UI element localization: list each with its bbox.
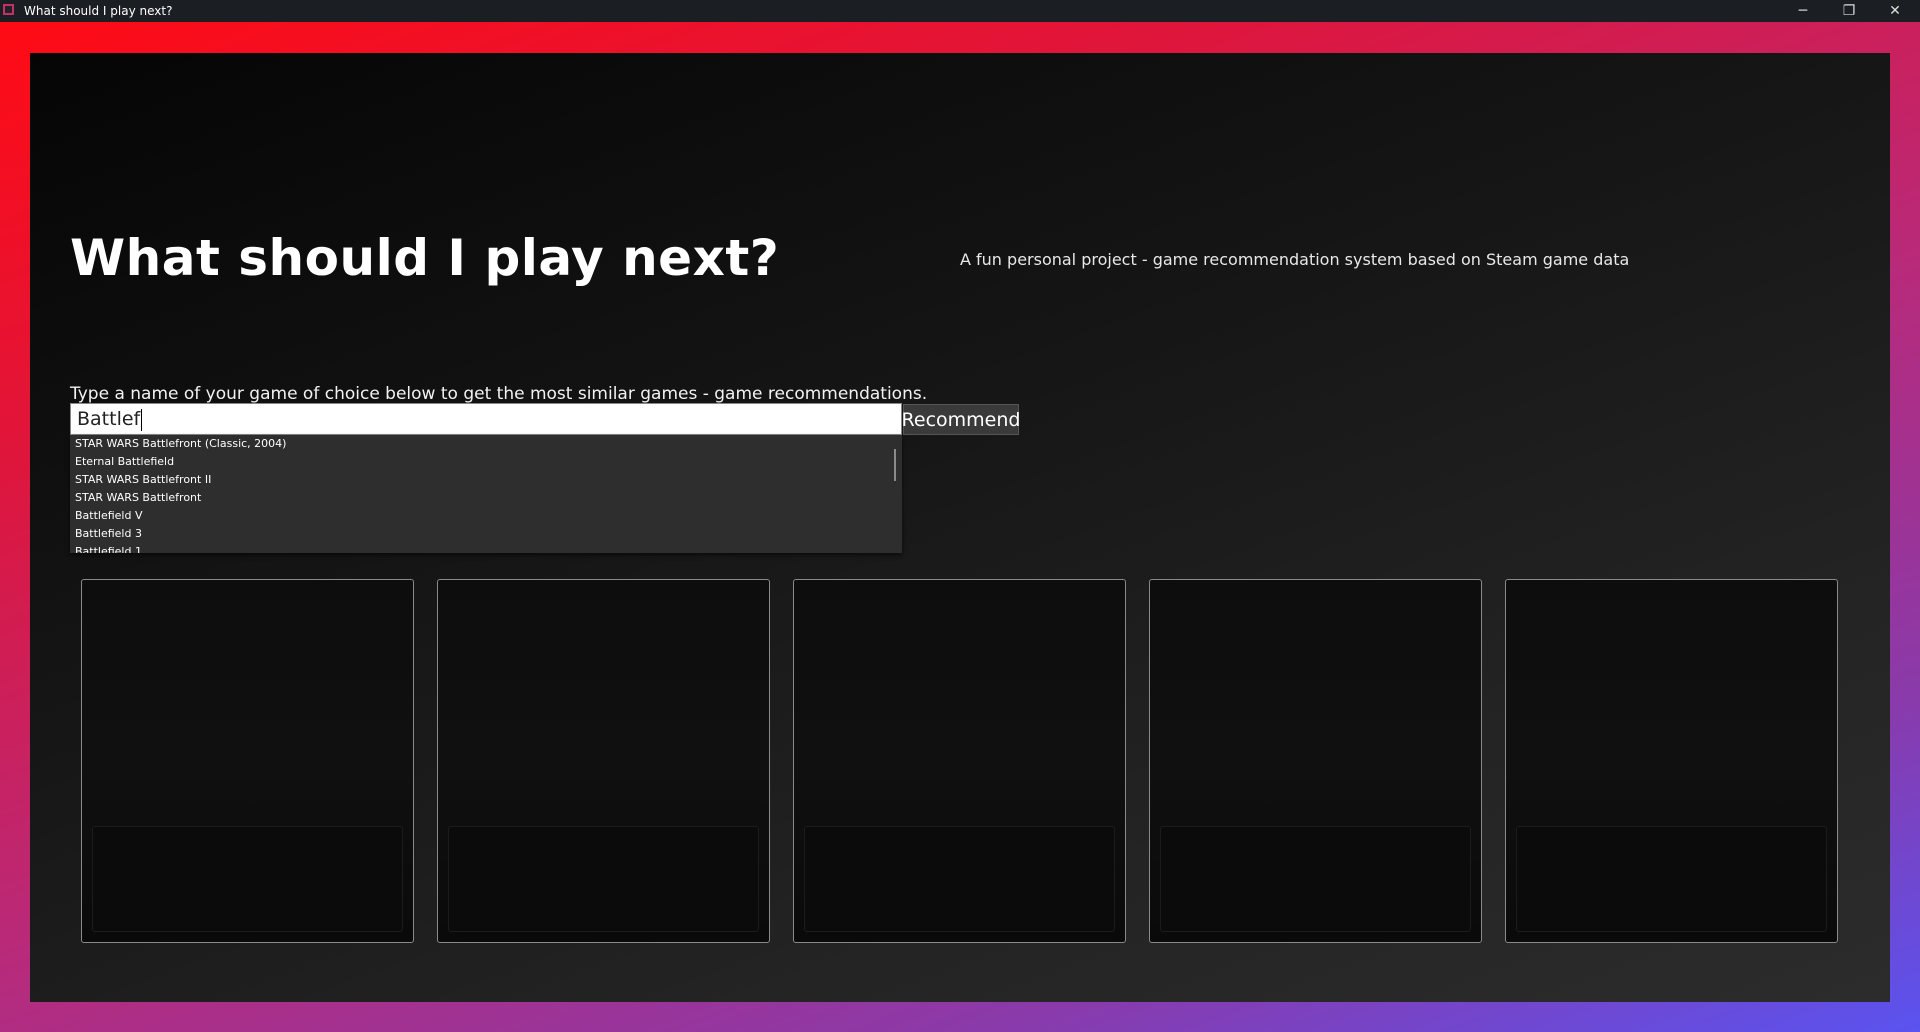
recommendation-card-1[interactable] [81,579,414,943]
autocomplete-dropdown: STAR WARS Battlefront (Classic, 2004) Et… [70,435,902,553]
suggestion-item[interactable]: Eternal Battlefield [70,453,902,471]
title-bar: What should I play next? ─ ❐ ✕ [0,0,1920,22]
text-caret [141,408,143,431]
suggestion-item[interactable]: STAR WARS Battlefront II [70,471,902,489]
search-input-value: Battlef [77,408,141,430]
recommendation-card-info [804,826,1115,932]
minimize-button[interactable]: ─ [1780,0,1826,22]
suggestion-item[interactable]: STAR WARS Battlefront [70,489,902,507]
recommendation-card-3[interactable] [793,579,1126,943]
maximize-button[interactable]: ❐ [1826,0,1872,22]
suggestion-item[interactable]: STAR WARS Battlefront (Classic, 2004) [70,435,902,453]
dropdown-scrollbar[interactable] [894,449,896,481]
recommendation-card-2[interactable] [437,579,770,943]
recommendation-card-4[interactable] [1149,579,1482,943]
recommendation-card-5[interactable] [1505,579,1838,943]
gradient-frame: What should I play next? A fun personal … [0,22,1920,1032]
close-button[interactable]: ✕ [1872,0,1918,22]
suggestion-item[interactable]: Battlefield 3 [70,525,902,543]
window-title: What should I play next? [24,4,173,18]
app-icon [3,4,14,15]
suggestion-item[interactable]: Battlefield 1 [70,543,902,553]
recommendation-card-info [1160,826,1471,932]
page-subtitle: A fun personal project - game recommenda… [960,250,1630,269]
recommend-button[interactable]: Recommend [902,404,1020,435]
recommendation-card-info [1516,826,1827,932]
recommendation-card-info [92,826,403,932]
game-search-input[interactable]: Battlef [70,403,902,435]
search-instructions: Type a name of your game of choice below… [70,384,928,404]
recommendation-card-info [448,826,759,932]
page-title: What should I play next? [70,229,780,287]
suggestion-item[interactable]: Battlefield V [70,507,902,525]
